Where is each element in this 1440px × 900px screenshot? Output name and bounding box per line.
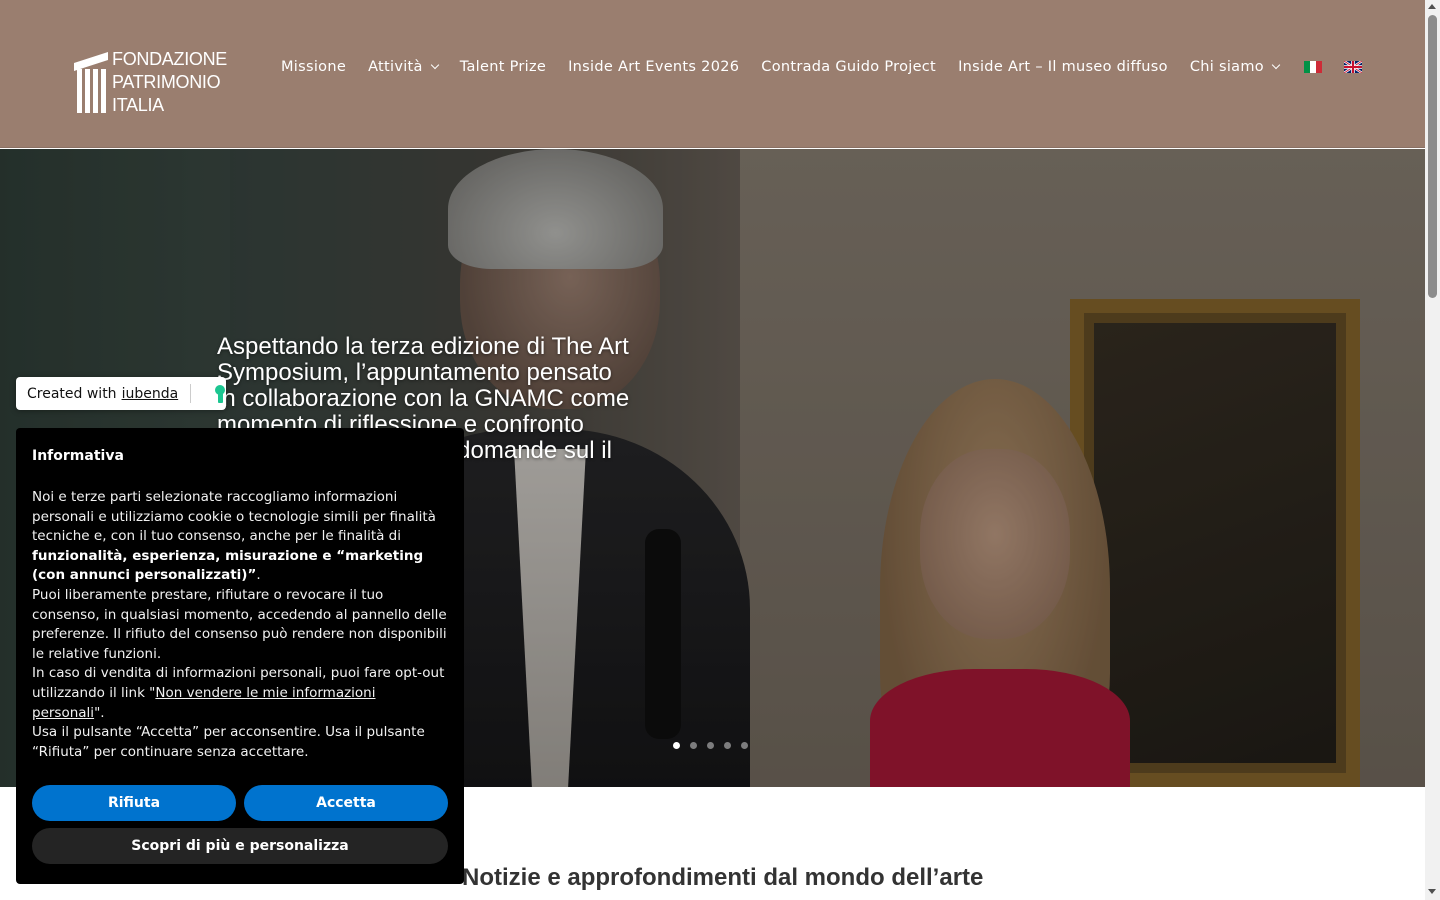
cookie-text-part: Noi e terze parti selezionate raccogliam… (32, 489, 436, 545)
chevron-down-icon (430, 60, 439, 70)
nav-label: Attività (368, 59, 423, 75)
logo-columns-icon (74, 49, 108, 115)
section-title: Notizie e approfondimenti dal mondo dell… (462, 864, 984, 891)
nav-item-contrada-guido[interactable]: Contrada Guido Project (750, 59, 947, 75)
scrollbar[interactable] (1425, 0, 1440, 900)
nav-item-inside-art-events[interactable]: Inside Art Events 2026 (557, 59, 750, 75)
it-flag-icon[interactable] (1303, 61, 1322, 73)
logo-line: FONDAZIONE (112, 48, 228, 69)
logo-line: ITALIA (112, 94, 164, 115)
cookie-banner: Informativa Noi e terze parti selezionat… (16, 428, 464, 884)
nav-item-attivita[interactable]: Attività (357, 59, 449, 75)
nav-item-chi-siamo[interactable]: Chi siamo (1179, 59, 1290, 75)
site-header: FONDAZIONE PATRIMONIO ITALIA Missione At… (0, 0, 1425, 148)
cookie-text-part: ". (94, 704, 105, 721)
keyhole-icon (213, 385, 227, 403)
slider-dot[interactable] (707, 742, 714, 749)
badge-divider (190, 384, 191, 403)
reject-button[interactable]: Rifiuta (32, 785, 236, 821)
nav-label: Talent Prize (459, 59, 547, 75)
accept-button[interactable]: Accetta (244, 785, 448, 821)
slider-pagination (673, 742, 758, 749)
cookie-text-part: Puoi liberamente prestare, rifiutare o r… (32, 586, 447, 662)
slider-dot[interactable] (724, 742, 731, 749)
uk-flag-icon[interactable] (1343, 61, 1362, 73)
logo-text: FONDAZIONE PATRIMONIO ITALIA (112, 48, 227, 117)
nav-label: Missione (281, 59, 347, 75)
slider-dot[interactable] (690, 742, 697, 749)
site-logo[interactable]: FONDAZIONE PATRIMONIO ITALIA (74, 48, 239, 116)
iubenda-badge[interactable]: Created with iubenda (16, 377, 226, 410)
chevron-down-icon (1271, 60, 1281, 70)
slider-dot[interactable] (741, 742, 748, 749)
customize-button[interactable]: Scopri di più e personalizza (32, 828, 448, 864)
nav-item-talent-prize[interactable]: Talent Prize (449, 59, 557, 75)
cookie-text-part: Usa il pulsante “Accetta” per acconsenti… (32, 724, 425, 760)
slider-dot[interactable] (673, 742, 680, 749)
iubenda-link[interactable]: iubenda (122, 386, 179, 402)
cookie-button-row: Rifiuta Accetta (32, 785, 448, 821)
cookie-text-part: . (256, 567, 261, 584)
main-nav: Missione Attività Talent Prize Inside Ar… (270, 56, 1362, 78)
nav-label: Chi siamo (1189, 59, 1264, 75)
scroll-down-arrow-icon[interactable] (1428, 889, 1436, 894)
logo-line: PATRIMONIO (112, 71, 221, 92)
cookie-purposes: funzionalità, esperienza, misurazione e … (32, 547, 424, 584)
nav-item-missione[interactable]: Missione (270, 59, 357, 75)
cookie-text: Noi e terze parti selezionate raccogliam… (32, 488, 448, 762)
nav-label: Inside Art – Il museo diffuso (958, 59, 1168, 75)
cookie-title: Informativa (32, 448, 124, 464)
nav-label: Inside Art Events 2026 (568, 59, 740, 75)
nav-label: Contrada Guido Project (761, 59, 937, 75)
scroll-up-arrow-icon[interactable] (1428, 4, 1436, 9)
badge-prefix: Created with (27, 385, 117, 402)
scrollbar-thumb[interactable] (1428, 15, 1437, 298)
nav-item-inside-art-museo[interactable]: Inside Art – Il museo diffuso (947, 59, 1179, 75)
